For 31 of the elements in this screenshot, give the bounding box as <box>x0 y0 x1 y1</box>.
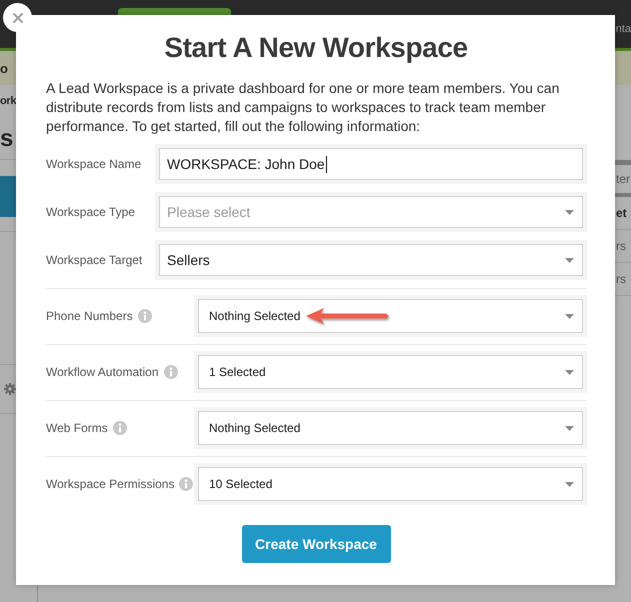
field-label: Workspace Permissions <box>46 477 174 491</box>
close-icon <box>12 12 22 22</box>
dialog-description: A Lead Workspace is a private dashboard for one or more team members. You can distribute records from lists and campaigns to workspaces to track team member performance. To get started, fill out the following information: <box>46 79 560 136</box>
info-icon <box>179 477 194 491</box>
caret-down-icon <box>565 426 574 430</box>
gear-icon[interactable] <box>4 383 16 395</box>
info-icon <box>164 365 178 379</box>
page-heading: s <box>0 126 14 152</box>
field-label: Workspace Type <box>46 205 136 219</box>
field-label: Workspace Name <box>46 157 142 171</box>
info-icon <box>138 309 152 323</box>
field-label: Phone Numbers <box>46 309 133 323</box>
field-label: Workflow Automation <box>46 365 158 379</box>
dialog-title: Start A New Workspace <box>163 31 469 65</box>
caret-down-icon <box>565 314 574 318</box>
sidebar-title: ork <box>0 95 16 108</box>
field-label: Workspace Target <box>46 253 144 267</box>
column-header: et <box>615 206 627 220</box>
info-icon <box>112 421 127 435</box>
caret-down-icon <box>565 370 574 374</box>
table-cell: rs <box>615 239 626 253</box>
nav-text[interactable]: nta <box>616 23 631 36</box>
toolbar-text: ter <box>615 172 630 186</box>
field-label: Web Forms <box>46 421 108 435</box>
caret-down-icon <box>565 210 574 214</box>
toolbar-bar <box>615 193 631 197</box>
toolbar-bar <box>615 160 631 165</box>
banner-text: o <box>0 60 8 76</box>
table-cell: rs <box>615 272 626 286</box>
caret-down-icon <box>565 482 574 486</box>
caret-down-icon <box>565 258 574 262</box>
